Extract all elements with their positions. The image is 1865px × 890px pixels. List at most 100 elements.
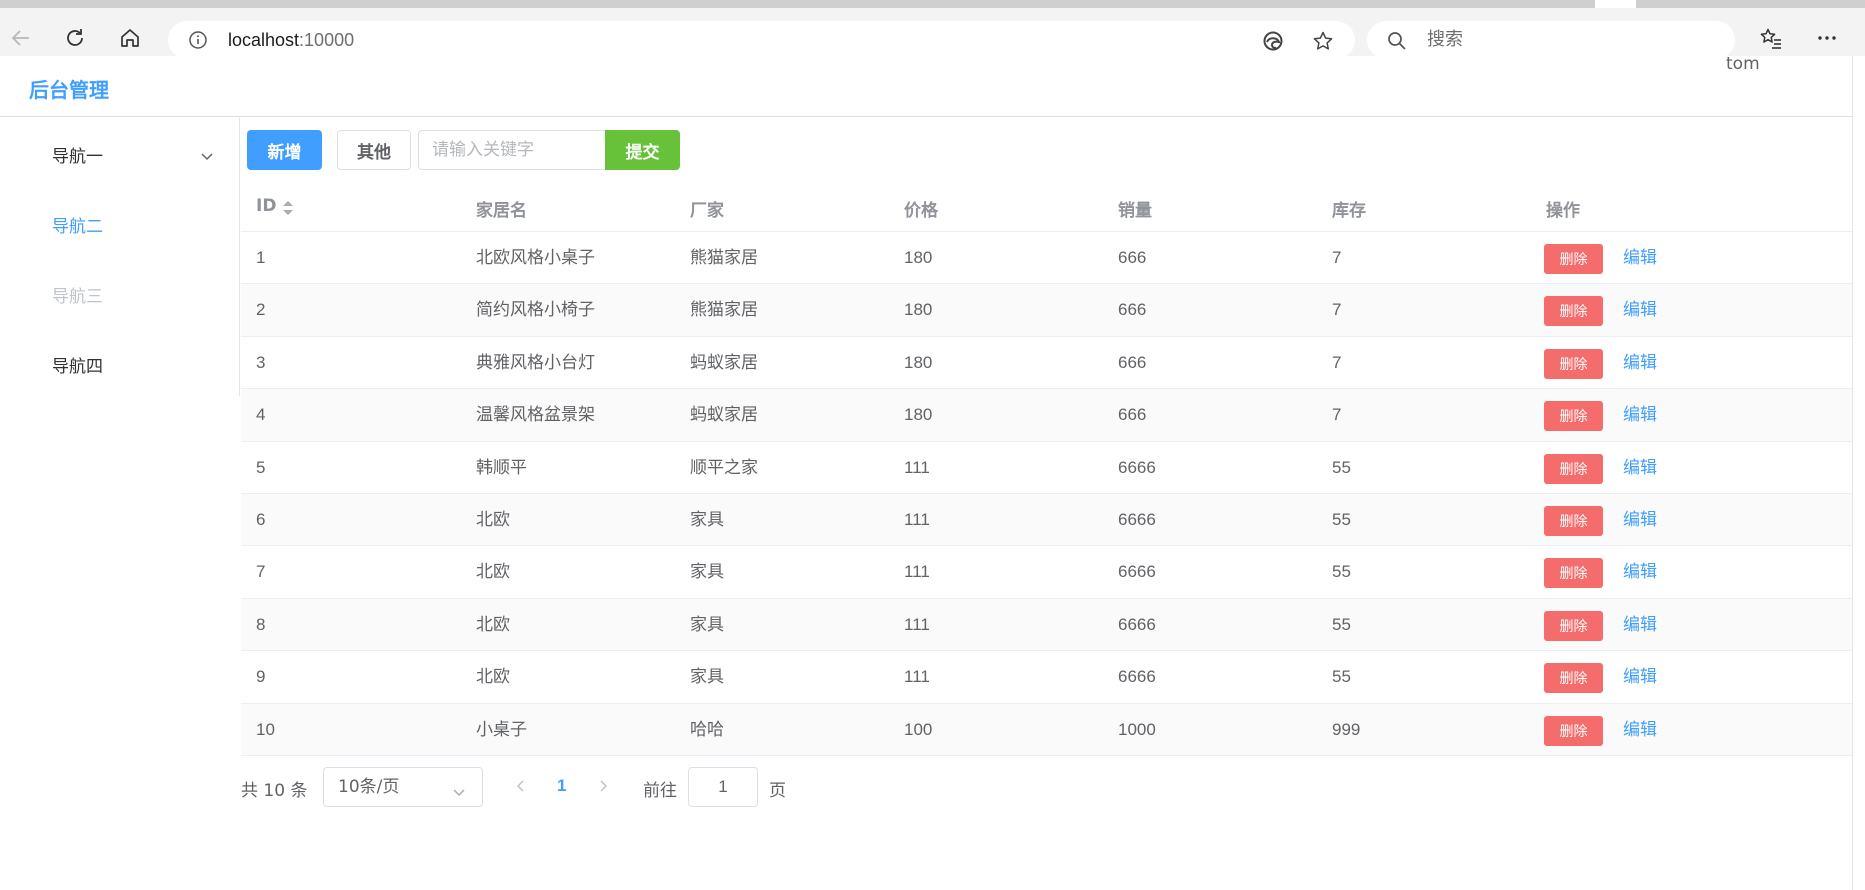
edit-button[interactable]: 编辑 <box>1623 284 1657 336</box>
cell-price: 111 <box>904 457 930 477</box>
app-title[interactable]: 后台管理 <box>29 74 109 103</box>
delete-button[interactable]: 删除 <box>1544 401 1603 432</box>
cell-id: 6 <box>256 509 266 529</box>
page-unit-label: 页 <box>769 781 786 801</box>
edit-button[interactable]: 编辑 <box>1623 232 1657 284</box>
sidebar-item-nav-1[interactable]: 导航一 <box>52 142 103 167</box>
edit-button[interactable]: 编辑 <box>1623 494 1657 546</box>
table-row: 4 温馨风格盆景架 蚂蚁家居 180 666 7 删除 编辑 <box>241 389 1852 442</box>
submit-button[interactable]: 提交 <box>605 130 680 170</box>
cell-stock: 55 <box>1332 457 1351 477</box>
cell-stock: 7 <box>1332 352 1342 372</box>
table-row: 9 北欧 家具 111 6666 55 删除 编辑 <box>241 651 1852 704</box>
table-body: 1 北欧风格小桌子 熊猫家居 180 666 7 删除 编辑 2 简约风格小椅子… <box>241 232 1852 756</box>
cell-name: 北欧 <box>476 509 510 530</box>
cell-stock: 55 <box>1332 667 1351 687</box>
delete-button[interactable]: 删除 <box>1544 244 1603 274</box>
sort-caret-icon[interactable] <box>282 200 294 220</box>
edit-button[interactable]: 编辑 <box>1623 442 1657 494</box>
cell-price: 100 <box>904 719 933 739</box>
sidebar-item-nav-4[interactable]: 导航四 <box>52 352 103 377</box>
browser-search-bar[interactable]: 搜索 <box>1367 21 1735 59</box>
delete-button[interactable]: 删除 <box>1544 663 1603 694</box>
next-page-icon[interactable] <box>597 778 609 798</box>
delete-button[interactable]: 删除 <box>1544 715 1603 746</box>
delete-button[interactable]: 删除 <box>1544 348 1603 379</box>
goto-page-input[interactable] <box>688 767 758 807</box>
cell-sales: 6666 <box>1118 667 1156 687</box>
table-row: 3 典雅风格小台灯 蚂蚁家居 180 666 7 删除 编辑 <box>241 337 1852 390</box>
edit-button[interactable]: 编辑 <box>1623 546 1657 598</box>
edit-button[interactable]: 编辑 <box>1623 651 1657 703</box>
add-button[interactable]: 新增 <box>247 130 322 170</box>
back-icon[interactable] <box>3 20 39 56</box>
edit-button[interactable]: 编辑 <box>1623 337 1657 389</box>
cell-maker: 家具 <box>690 562 724 583</box>
home-icon[interactable] <box>112 20 148 56</box>
cell-id: 1 <box>256 248 266 267</box>
favorite-star-icon[interactable] <box>1312 30 1334 56</box>
column-header-sales: 销量 <box>1118 201 1152 221</box>
cell-id: 2 <box>256 300 266 320</box>
edge-icon[interactable] <box>1262 30 1284 56</box>
cell-name: 北欧 <box>476 667 510 688</box>
goto-label: 前往 <box>643 781 677 801</box>
cell-sales: 666 <box>1118 405 1147 425</box>
table-row: 5 韩顺平 顺平之家 111 6666 55 删除 编辑 <box>241 442 1852 494</box>
delete-button[interactable]: 删除 <box>1544 453 1603 484</box>
user-name[interactable]: tom <box>1726 54 1760 74</box>
edit-button[interactable]: 编辑 <box>1623 389 1657 441</box>
edit-button[interactable]: 编辑 <box>1623 599 1657 651</box>
cell-price: 111 <box>904 509 930 529</box>
cell-price: 180 <box>904 352 933 372</box>
cell-sales: 6666 <box>1118 614 1156 634</box>
column-header-id[interactable]: ID <box>256 196 276 216</box>
cell-maker: 熊猫家居 <box>690 300 758 321</box>
more-menu-icon[interactable] <box>1809 20 1845 56</box>
page-number-current[interactable]: 1 <box>557 776 566 796</box>
keyword-input[interactable] <box>418 130 606 170</box>
cell-maker: 哈哈 <box>690 719 724 740</box>
refresh-icon[interactable] <box>57 20 93 56</box>
page-size-value: 10条/页 <box>338 777 400 797</box>
other-button[interactable]: 其他 <box>337 130 411 170</box>
favorites-list-icon[interactable] <box>1753 20 1789 56</box>
cell-sales: 6666 <box>1118 509 1156 529</box>
browser-toolbar: localhost:10000 搜索 <box>0 8 1865 59</box>
cell-price: 111 <box>904 614 930 634</box>
cell-name: 北欧风格小桌子 <box>476 248 595 268</box>
delete-button[interactable]: 删除 <box>1544 558 1603 589</box>
prev-page-icon[interactable] <box>515 778 527 798</box>
delete-button[interactable]: 删除 <box>1544 610 1603 641</box>
page-size-select[interactable]: 10条/页 <box>323 767 483 807</box>
delete-button[interactable]: 删除 <box>1544 505 1603 536</box>
site-info-icon[interactable] <box>188 30 208 54</box>
cell-stock: 55 <box>1332 614 1351 634</box>
search-icon <box>1387 31 1407 55</box>
url-text[interactable]: localhost:10000 <box>228 21 354 59</box>
cell-id: 3 <box>256 352 266 372</box>
table-row: 7 北欧 家具 111 6666 55 删除 编辑 <box>241 546 1852 599</box>
address-bar[interactable]: localhost:10000 <box>168 21 1355 59</box>
column-header-stock: 库存 <box>1332 201 1366 221</box>
cell-sales: 6666 <box>1118 457 1156 477</box>
delete-button[interactable]: 删除 <box>1544 296 1603 327</box>
cell-sales: 1000 <box>1118 719 1156 739</box>
cell-name: 小桌子 <box>476 719 527 740</box>
cell-price: 111 <box>904 562 930 582</box>
cell-price: 180 <box>904 405 933 425</box>
cell-id: 4 <box>256 405 266 425</box>
cell-maker: 家具 <box>690 667 724 688</box>
sidebar-item-nav-2[interactable]: 导航二 <box>52 212 103 237</box>
edit-button[interactable]: 编辑 <box>1623 704 1657 756</box>
browser-search-placeholder: 搜索 <box>1427 29 1463 50</box>
cell-name: 韩顺平 <box>476 457 527 478</box>
chevron-down-icon[interactable] <box>200 146 214 165</box>
cell-maker: 熊猫家居 <box>690 248 758 268</box>
cell-name: 北欧 <box>476 562 510 583</box>
page-scrollbar[interactable] <box>1852 56 1865 890</box>
table-row: 6 北欧 家具 111 6666 55 删除 编辑 <box>241 493 1852 547</box>
cell-maker: 蚂蚁家居 <box>690 405 758 426</box>
cell-maker: 顺平之家 <box>690 457 758 478</box>
chevron-down-icon <box>452 782 466 801</box>
